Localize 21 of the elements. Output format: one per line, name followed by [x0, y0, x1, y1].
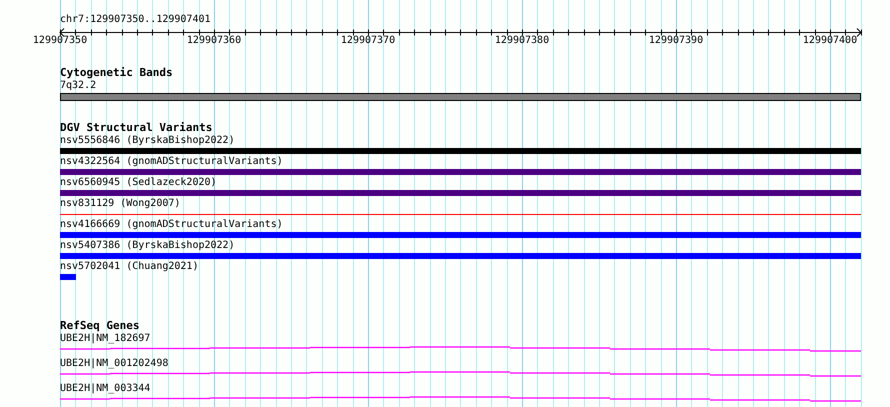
feature-label: nsv4166669 (gnomADStructuralVariants) — [60, 218, 284, 231]
tick-label: 129907370 — [340, 34, 396, 48]
feature-label: nsv5702041 (Chuang2021) — [60, 260, 200, 273]
tick-label: 129907400 — [802, 34, 858, 48]
feature-label: nsv5556846 (ByrskaBishop2022) — [60, 134, 236, 147]
track-title: RefSeq Genes — [60, 319, 140, 332]
tick-label: 129907360 — [186, 34, 242, 48]
feature-label: nsv6560945 (Sedlazeck2020) — [60, 176, 218, 189]
track-title: DGV Structural Variants — [60, 121, 214, 134]
track-title: Cytogenetic Bands — [60, 66, 174, 79]
feature-label: nsv4322564 (gnomADStructuralVariants) — [60, 155, 284, 168]
region-label: chr7:129907350..129907401 — [60, 13, 211, 27]
tick-label: 129907350 — [32, 34, 88, 48]
tick-label: 129907390 — [648, 34, 704, 48]
feature-label: UBE2H|NM_001202498 — [60, 357, 170, 370]
tick-label: 129907380 — [494, 34, 550, 48]
feature-label: 7q32.2 — [60, 79, 98, 92]
feature-label: nsv5407386 (ByrskaBishop2022) — [60, 239, 236, 252]
feature-label: UBE2H|NM_003344 — [60, 382, 152, 395]
feature-label: nsv831129 (Wong2007) — [60, 197, 182, 210]
feature-label: UBE2H|NM_182697 — [60, 332, 152, 345]
